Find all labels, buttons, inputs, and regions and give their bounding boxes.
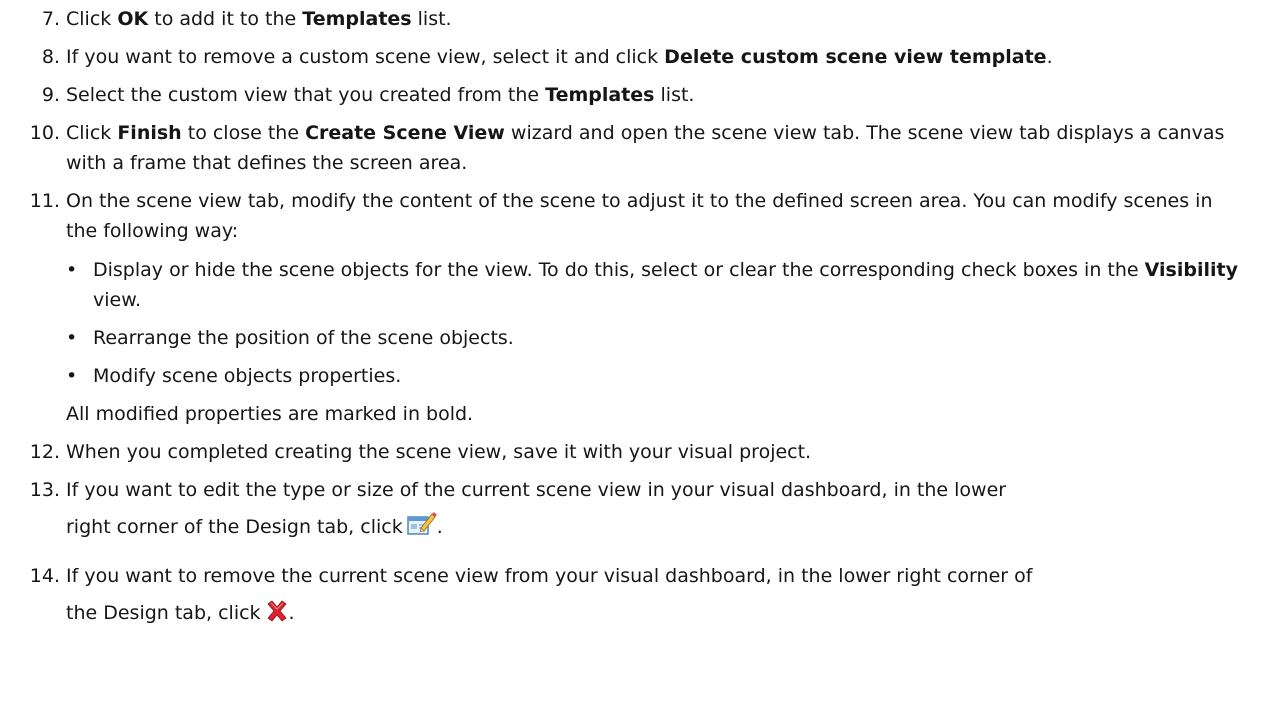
step-text: .	[1046, 46, 1053, 68]
step-note: All modified properties are marked in bo…	[66, 403, 474, 425]
step-11: 11. On the scene view tab, modify the co…	[0, 186, 1267, 429]
step-text: right corner of the Design tab, click	[66, 516, 403, 538]
step-number: 8.	[41, 46, 60, 68]
step-7: 7. Click OK to add it to the Templates l…	[0, 4, 1267, 34]
step-text: Select the custom view that you created …	[66, 84, 546, 106]
step-10: 10. Click Finish to close the Create Sce…	[0, 118, 1267, 178]
ui-term-ok: OK	[117, 8, 149, 30]
step-text: If you want to remove a custom scene vie…	[66, 46, 665, 68]
delete-scene-view-icon	[265, 595, 289, 639]
step-12: 12. When you completed creating the scen…	[0, 437, 1267, 467]
step-text-line: right corner of the Design tab, click .	[66, 505, 1247, 553]
step-text: to add it to the	[148, 8, 303, 30]
step-number: 9.	[41, 84, 60, 106]
step-text: Click	[66, 122, 118, 144]
step-text: When you completed creating the scene vi…	[66, 441, 812, 463]
step-number: 14.	[29, 565, 60, 587]
step-text-line: the Design tab, click .	[66, 591, 1247, 639]
ui-term-delete-template: Delete custom scene view template	[664, 46, 1047, 68]
step-text: On the scene view tab, modify the conten…	[66, 190, 1213, 242]
step-8: 8. If you want to remove a custom scene …	[0, 42, 1267, 72]
bullet-text: Display or hide the scene objects for th…	[93, 259, 1145, 281]
bullet-item: Display or hide the scene objects for th…	[66, 255, 1247, 315]
ui-term-create-scene-view: Create Scene View	[305, 122, 505, 144]
step-number: 12.	[29, 441, 60, 463]
step-9: 9. Select the custom view that you creat…	[0, 80, 1267, 110]
step-14: 14. If you want to remove the current sc…	[0, 561, 1267, 639]
step-text: list.	[411, 8, 452, 30]
step-number: 11.	[29, 190, 60, 212]
bullet-list: Display or hide the scene objects for th…	[66, 255, 1247, 391]
bullet-text: view.	[93, 289, 142, 311]
bullet-text: Modify scene objects properties.	[93, 365, 402, 387]
step-text: list.	[654, 84, 695, 106]
edit-scene-view-icon	[406, 509, 437, 553]
bullet-text: Rearrange the position of the scene obje…	[93, 327, 514, 349]
step-text: .	[436, 516, 443, 538]
step-text: to close the	[181, 122, 306, 144]
step-text: Click	[66, 8, 118, 30]
ui-term-visibility: Visibility	[1144, 259, 1238, 281]
step-text: .	[288, 602, 295, 624]
ui-term-templates: Templates	[545, 84, 655, 106]
document-body: 7. Click OK to add it to the Templates l…	[0, 0, 1267, 639]
step-13: 13. If you want to edit the type or size…	[0, 475, 1267, 553]
step-number: 7.	[41, 8, 60, 30]
ui-term-templates: Templates	[302, 8, 412, 30]
bullet-item: Modify scene objects properties.	[66, 361, 1247, 391]
step-number: 13.	[29, 479, 60, 501]
bullet-item: Rearrange the position of the scene obje…	[66, 323, 1247, 353]
step-text: If you want to remove the current scene …	[66, 565, 1033, 587]
ui-term-finish: Finish	[117, 122, 182, 144]
step-text: If you want to edit the type or size of …	[66, 479, 1007, 501]
step-number: 10.	[29, 122, 60, 144]
step-text: the Design tab, click	[66, 602, 261, 624]
